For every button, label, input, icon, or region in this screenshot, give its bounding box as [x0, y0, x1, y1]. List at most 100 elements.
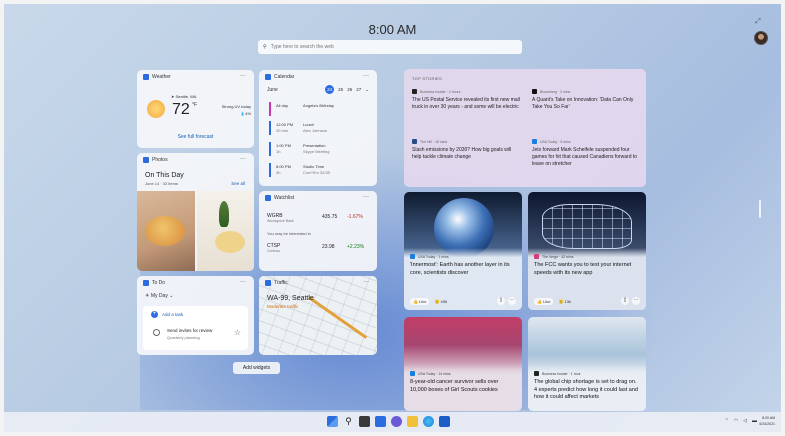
story-item[interactable]: USA Today · 5 mins Jets forward Mark Sch…: [532, 139, 642, 168]
search-icon[interactable]: ⚲: [343, 416, 354, 427]
weather-location: ➤ Seattle, WA: [171, 94, 197, 99]
watchlist-widget[interactable]: Watchlist ··· WGRB Woodgrove Bank 435.75 …: [259, 191, 377, 271]
traffic-widget[interactable]: Traffic ··· WA-99, Seattle Moderate traff…: [259, 276, 377, 355]
save-icon[interactable]: ▯: [497, 297, 505, 305]
photos-subtitle: June 14 · 33 items: [145, 181, 178, 186]
photos-heading: On This Day: [145, 172, 184, 179]
photos-widget[interactable]: Photos ··· On This Day June 14 · 33 items…: [137, 153, 254, 271]
like-button[interactable]: 👍 Like: [410, 297, 430, 305]
taskbar: ⚲ ⌃ ◠ ◁ ▬ 8:00 AM 6/24/2021: [4, 412, 781, 432]
publisher-logo: [534, 371, 539, 376]
task-subtitle: Quarterly planning: [167, 335, 200, 340]
todo-widget[interactable]: To Do ··· ☀ My Day ⌄ + Add a task Send inv…: [137, 276, 254, 355]
day-selected[interactable]: 24: [325, 85, 335, 94]
publisher-logo: [412, 89, 417, 94]
news-headline: 'Innermost': Earth has another layer in …: [410, 262, 510, 276]
more-options-button[interactable]: ···: [508, 297, 516, 305]
story-item[interactable]: Bloomberg · 3 mins A Quant's Take on Inn…: [532, 89, 642, 111]
traffic-road: WA-99, Seattle: [267, 295, 314, 302]
story-item[interactable]: The Hill · 18 mins Slash emissions by 20…: [412, 139, 522, 161]
add-task-button[interactable]: + Add a task: [151, 311, 183, 318]
stock-price: 23.98: [322, 244, 335, 250]
news-card[interactable]: Business Insider · 1 hour The global chi…: [528, 317, 646, 411]
start-icon[interactable]: [327, 416, 338, 427]
system-tray[interactable]: ⌃ ◠ ◁ ▬: [725, 418, 757, 424]
news-card[interactable]: USA Today · 1 mins 'Innermost': Earth ha…: [404, 192, 522, 310]
more-options-button[interactable]: ···: [238, 156, 248, 163]
taskbar-clock[interactable]: 8:00 AM 6/24/2021: [759, 415, 775, 427]
publisher-logo: [412, 139, 417, 144]
time-display: 8:00 AM: [368, 22, 417, 37]
plus-icon: +: [151, 311, 158, 318]
news-card[interactable]: The Verge · 42 mins The FCC wants you to…: [528, 192, 646, 310]
chart-icon: [265, 195, 271, 201]
scrollbar[interactable]: [759, 200, 761, 218]
task-list: + Add a task Send invites for review Quar…: [143, 306, 248, 350]
avatar[interactable]: [754, 31, 768, 45]
calendar-widget[interactable]: Calendar ··· June 24 25 26 27 ⌄ All day A…: [259, 70, 377, 186]
more-options-button[interactable]: ···: [361, 73, 371, 80]
story-item[interactable]: Business Insider · 2 hours The US Postal…: [412, 89, 522, 111]
search-input[interactable]: [270, 44, 471, 50]
stock-row[interactable]: WGRB Woodgrove Bank 435.75 -1.67%: [267, 213, 371, 223]
save-icon[interactable]: ▯: [621, 297, 629, 305]
more-options-button[interactable]: ···: [361, 194, 371, 201]
wifi-icon[interactable]: ◠: [734, 418, 738, 424]
reaction-count: 😲 13k: [558, 298, 571, 304]
map-image: [542, 204, 632, 249]
publisher-logo: [532, 139, 537, 144]
day[interactable]: 27: [356, 87, 361, 92]
more-options-button[interactable]: ···: [632, 297, 640, 305]
volume-icon[interactable]: ◁: [743, 418, 747, 424]
stock-change: +2.23%: [347, 244, 365, 250]
chevron-down-icon[interactable]: ⌄: [365, 87, 369, 93]
top-stories-card[interactable]: TOP STORIES Business Insider · 2 hours T…: [404, 69, 646, 187]
day[interactable]: 25: [338, 87, 343, 92]
store-icon[interactable]: [439, 416, 450, 427]
widget-title: To Do: [152, 280, 166, 286]
expand-icon[interactable]: ⤢: [751, 18, 765, 30]
full-forecast-link[interactable]: See full forecast: [137, 134, 254, 140]
news-card[interactable]: USA Today · 14 mins 8-year-old cancer su…: [404, 317, 522, 411]
edge-icon[interactable]: [423, 416, 434, 427]
file-explorer-icon[interactable]: [407, 416, 418, 427]
publisher-logo: [410, 254, 415, 259]
calendar-event[interactable]: 12:00 PM 30 min Lunch Alex Johnson: [269, 121, 367, 135]
stock-price: 435.75: [322, 214, 338, 220]
calendar-icon: [265, 74, 271, 80]
task-checkbox[interactable]: [153, 329, 160, 336]
day[interactable]: 26: [347, 87, 352, 92]
weather-icon: [143, 74, 149, 80]
see-all-link[interactable]: See all: [231, 181, 245, 186]
photo-thumbnail[interactable]: [137, 191, 195, 271]
search-icon: ⚲: [263, 44, 267, 50]
list-selector[interactable]: ☀ My Day ⌄: [145, 293, 173, 299]
task-view-icon[interactable]: [359, 416, 370, 427]
more-options-button[interactable]: ···: [238, 279, 248, 286]
news-headline: The global chip shortage is set to drag …: [534, 379, 638, 400]
check-icon: [143, 280, 149, 286]
chat-icon[interactable]: [391, 416, 402, 427]
calendar-event[interactable]: All day Angela's Birthday: [269, 102, 367, 116]
widgets-icon[interactable]: [375, 416, 386, 427]
more-options-button[interactable]: ···: [361, 279, 371, 286]
day-strip: 24 25 26 27 ⌄: [325, 85, 369, 94]
add-widgets-button[interactable]: Add widgets: [233, 362, 280, 374]
widget-title: Calendar: [274, 74, 295, 80]
calendar-event[interactable]: 6:00 PM 3h Studio Time Conf Rm 32/35: [269, 163, 367, 177]
publisher-logo: [532, 89, 537, 94]
more-options-button[interactable]: ···: [238, 73, 248, 80]
reaction-count: 😲 496: [434, 298, 448, 304]
like-button[interactable]: 👍 Like: [534, 297, 554, 305]
photo-thumbnail[interactable]: [197, 191, 254, 271]
calendar-event[interactable]: 1:00 PM 1h Presentation Skype Meeting: [269, 142, 367, 156]
star-icon[interactable]: ☆: [234, 328, 241, 337]
task-title: Send invites for review: [167, 328, 213, 333]
widget-title: Watchlist: [274, 195, 295, 201]
web-search-box[interactable]: ⚲: [258, 40, 522, 54]
chevron-up-icon[interactable]: ⌃: [725, 418, 729, 424]
weather-widget[interactable]: Weather ··· ➤ Seattle, WA 72 °F Strong UV…: [137, 70, 254, 148]
battery-icon[interactable]: ▬: [752, 418, 757, 424]
widget-title: Traffic: [274, 280, 288, 286]
stock-row[interactable]: CTSP Contoso 23.98 +2.23%: [267, 243, 371, 253]
